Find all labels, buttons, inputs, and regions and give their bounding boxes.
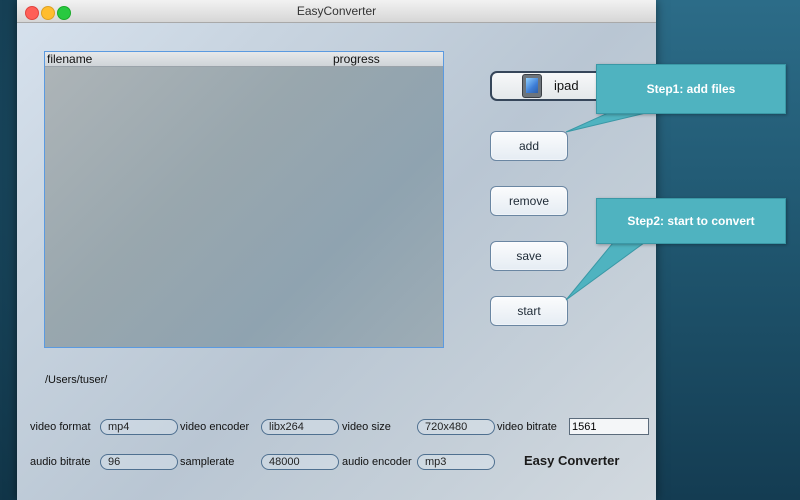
audio-bitrate-label: audio bitrate (30, 456, 91, 468)
video-size-label: video size (342, 421, 391, 433)
remove-button[interactable]: remove (490, 186, 568, 216)
video-encoder-label: video encoder (180, 421, 250, 433)
brand-label: Easy Converter (524, 453, 620, 468)
title-bar: EasyConverter (17, 0, 656, 23)
video-encoder-field[interactable]: libx264 (261, 419, 339, 435)
video-format-field[interactable]: mp4 (100, 419, 178, 435)
output-path: /Users/tuser/ (45, 374, 108, 386)
video-bitrate-input[interactable] (569, 418, 649, 435)
device-selector[interactable]: ipad (490, 71, 604, 101)
column-header-filename[interactable]: filename (47, 52, 92, 66)
file-table[interactable]: filename progress (44, 51, 444, 348)
audio-encoder-field[interactable]: mp3 (417, 454, 495, 470)
device-label: ipad (554, 78, 579, 93)
callout-step1: Step1: add files (596, 64, 786, 114)
audio-bitrate-field[interactable]: 96 (100, 454, 178, 470)
column-header-progress[interactable]: progress (333, 52, 380, 66)
ipad-icon (522, 74, 542, 98)
window-title: EasyConverter (296, 4, 377, 18)
callout-step2: Step2: start to convert (596, 198, 786, 244)
video-size-field[interactable]: 720x480 (417, 419, 495, 435)
samplerate-field[interactable]: 48000 (261, 454, 339, 470)
video-bitrate-label: video bitrate (497, 421, 557, 433)
audio-encoder-label: audio encoder (342, 456, 412, 468)
samplerate-label: samplerate (180, 456, 235, 468)
add-button[interactable]: add (490, 131, 568, 161)
app-window: EasyConverter filename progress /Users/t… (17, 0, 656, 500)
start-button[interactable]: start (490, 296, 568, 326)
video-format-label: video format (30, 421, 91, 433)
file-table-header: filename progress (45, 52, 443, 67)
save-button[interactable]: save (490, 241, 568, 271)
